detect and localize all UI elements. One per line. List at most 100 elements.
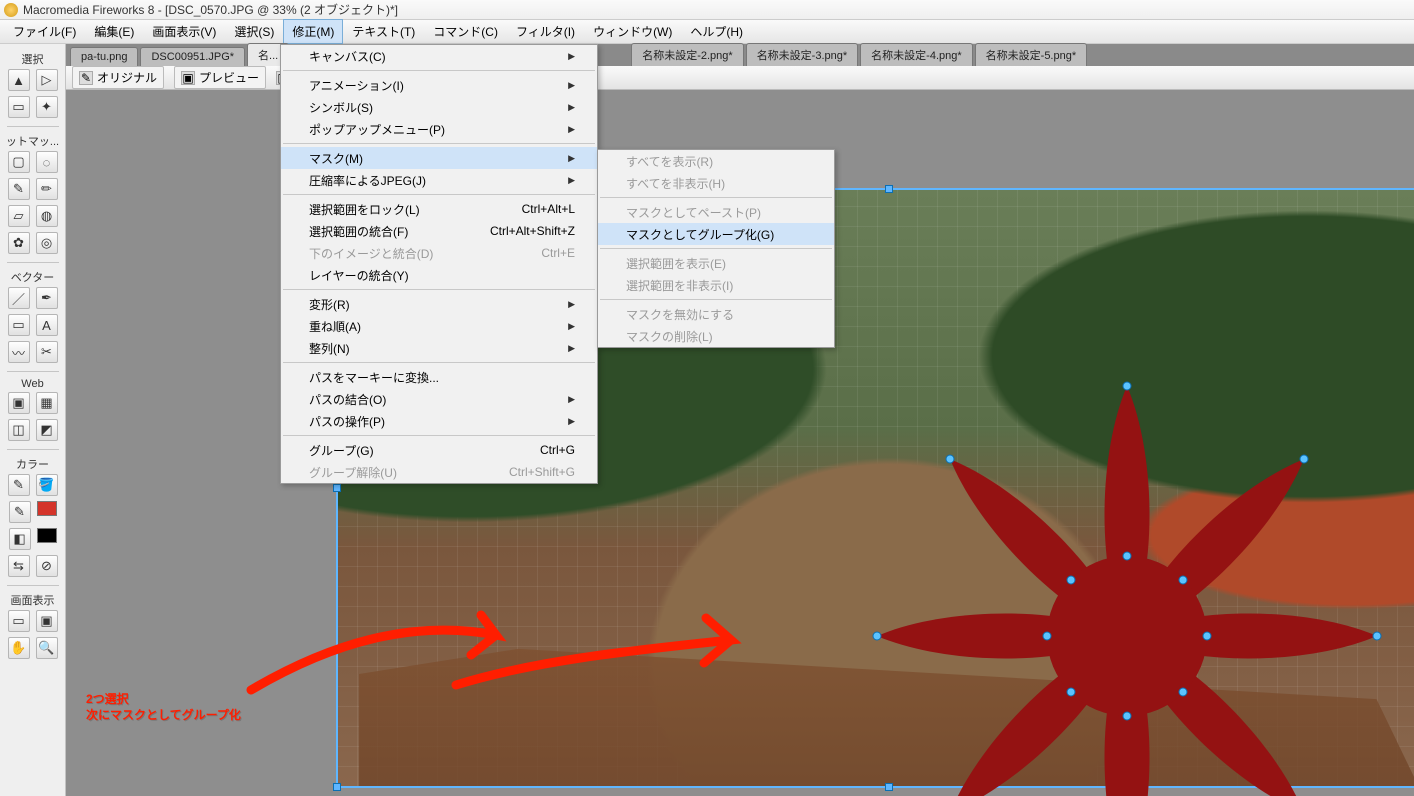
window-title: Macromedia Fireworks 8 - [DSC_0570.JPG @… (23, 1, 398, 18)
redeye-tool[interactable]: ◎ (36, 232, 58, 254)
line-tool[interactable]: ／ (8, 287, 30, 309)
hotspot-tool[interactable]: ▣ (8, 392, 30, 414)
no-color[interactable]: ⊘ (36, 555, 58, 577)
dropdown-item[interactable]: レイヤーの統合(Y) (281, 264, 597, 286)
crop-tool[interactable]: ▭ (8, 96, 30, 118)
marquee-tool[interactable]: ▢ (8, 151, 30, 173)
mask-submenu: すべてを表示(R)すべてを非表示(H) マスクとしてペースト(P)マスクとしてグル… (597, 149, 835, 348)
knife-tool[interactable]: ✂ (36, 341, 58, 363)
submenu-item: 選択範囲を表示(E) (598, 252, 834, 274)
modify-dropdown: キャンバス(C) アニメーション(I)シンボル(S)ポップアップメニュー(P) マス… (280, 44, 598, 484)
doc-tab[interactable]: 名称未設定-4.png* (860, 43, 972, 66)
view-options-row: ✎オリジナル ▣プレビュー ◫ (66, 66, 1414, 90)
blur-tool[interactable]: ◍ (36, 205, 58, 227)
dropdown-item[interactable]: グループ(G)Ctrl+G (281, 439, 597, 461)
eraser-tool[interactable]: ▱ (8, 205, 30, 227)
pencil-icon: ✎ (79, 71, 93, 85)
lasso-tool[interactable]: ◌ (36, 151, 58, 173)
dropdown-item[interactable]: マスク(M) (281, 147, 597, 169)
doc-tab[interactable]: 名称未設定-3.png* (746, 43, 858, 66)
original-view-button[interactable]: ✎オリジナル (72, 66, 164, 89)
menu-commands[interactable]: コマンド(C) (424, 19, 507, 44)
title-bar: Macromedia Fireworks 8 - [DSC_0570.JPG @… (0, 0, 1414, 20)
tool-panel: 選択 ▲▷ ▭✦ ットマッ... ▢◌ ✎✏ ▱◍ ✿◎ ベクター ／✒ ▭A … (0, 44, 66, 796)
dropdown-item: 下のイメージと統合(D)Ctrl+E (281, 242, 597, 264)
fill-color-swatch[interactable] (37, 501, 57, 516)
magic-wand-tool[interactable]: ✦ (36, 96, 58, 118)
dropdown-item[interactable]: キャンバス(C) (281, 45, 597, 67)
text-tool[interactable]: A (36, 314, 58, 336)
preview-view-button[interactable]: ▣プレビュー (174, 66, 266, 89)
menu-view[interactable]: 画面表示(V) (143, 19, 225, 44)
menu-file[interactable]: ファイル(F) (4, 19, 85, 44)
dropdown-item[interactable]: アニメーション(I) (281, 74, 597, 96)
doc-tab[interactable]: DSC00951.JPG* (140, 47, 245, 66)
doc-tab[interactable]: 名称未設定-2.png* (631, 43, 743, 66)
menu-help[interactable]: ヘルプ(H) (681, 19, 752, 44)
brush-tool[interactable]: ✎ (8, 178, 30, 200)
menu-edit[interactable]: 編集(E) (85, 19, 143, 44)
doc-tab[interactable]: pa-tu.png (70, 47, 138, 66)
menu-select[interactable]: 選択(S) (225, 19, 283, 44)
menu-modify[interactable]: 修正(M) (283, 19, 343, 44)
submenu-item: マスクとしてペースト(P) (598, 201, 834, 223)
hide-slice-tool[interactable]: ◫ (8, 419, 30, 441)
eyedropper-tool[interactable]: ✎ (9, 501, 31, 523)
dropdown-item[interactable]: パスの操作(P) (281, 410, 597, 432)
dropdown-item[interactable]: 選択範囲をロック(L)Ctrl+Alt+L (281, 198, 597, 220)
doc-tab[interactable]: 名称未設定-5.png* (975, 43, 1087, 66)
submenu-item: マスクを無効にする (598, 303, 834, 325)
dropdown-item[interactable]: 整列(N) (281, 337, 597, 359)
standard-screen[interactable]: ▭ (8, 610, 30, 632)
dropdown-item[interactable]: 選択範囲の統合(F)Ctrl+Alt+Shift+Z (281, 220, 597, 242)
selection-handle[interactable] (885, 185, 893, 193)
tool-sec-view: 画面表示 (11, 592, 55, 608)
submenu-item: すべてを表示(R) (598, 150, 834, 172)
app-logo-icon (4, 3, 18, 17)
rect-tool[interactable]: ▭ (8, 314, 30, 336)
dropdown-item[interactable]: ポップアップメニュー(P) (281, 118, 597, 140)
dropdown-item[interactable]: 変形(R) (281, 293, 597, 315)
document-tabs: pa-tu.png DSC00951.JPG* 名... 名称未設定-2.png… (66, 44, 1414, 66)
dropdown-item[interactable]: 重ね順(A) (281, 315, 597, 337)
pointer-tool[interactable]: ▲ (8, 69, 30, 91)
menu-text[interactable]: テキスト(T) (343, 19, 424, 44)
hand-tool[interactable]: ✋ (8, 637, 30, 659)
submenu-item: マスクの削除(L) (598, 325, 834, 347)
zoom-tool[interactable]: 🔍 (36, 637, 58, 659)
dropdown-item[interactable]: パスをマーキーに変換... (281, 366, 597, 388)
menu-bar: ファイル(F) 編集(E) 画面表示(V) 選択(S) 修正(M) テキスト(T… (0, 20, 1414, 44)
selection-handle[interactable] (333, 783, 341, 791)
full-screen[interactable]: ▣ (36, 610, 58, 632)
menu-filters[interactable]: フィルタ(I) (507, 19, 584, 44)
pen-tool[interactable]: ✒ (36, 287, 58, 309)
stroke-color[interactable]: ✎ (8, 474, 30, 496)
show-slice-tool[interactable]: ◩ (36, 419, 58, 441)
menu-window[interactable]: ウィンドウ(W) (584, 19, 681, 44)
tool-sec-vector: ベクター (11, 269, 55, 285)
tool-sec-web: Web (21, 378, 43, 390)
submenu-item: すべてを非表示(H) (598, 172, 834, 194)
dropdown-item[interactable]: 圧縮率によるJPEG(J) (281, 169, 597, 191)
stamp-tool[interactable]: ✿ (8, 232, 30, 254)
stroke-color-swatch[interactable] (37, 528, 57, 543)
default-colors[interactable]: ◧ (9, 528, 31, 550)
tool-sec-select: 選択 (22, 51, 44, 67)
image-icon: ▣ (181, 71, 195, 85)
freeform-tool[interactable]: 〰 (8, 341, 30, 363)
selection-handle[interactable] (333, 484, 341, 492)
swap-colors[interactable]: ⇆ (8, 555, 30, 577)
fill-bucket-tool[interactable]: 🪣 (36, 474, 58, 496)
dropdown-item[interactable]: パスの結合(O) (281, 388, 597, 410)
maple-leaf-shape[interactable] (867, 356, 1387, 796)
dropdown-item[interactable]: シンボル(S) (281, 96, 597, 118)
subselect-tool[interactable]: ▷ (36, 69, 58, 91)
submenu-item[interactable]: マスクとしてグループ化(G) (598, 223, 834, 245)
dropdown-item: グループ解除(U)Ctrl+Shift+G (281, 461, 597, 483)
tool-sec-color: カラー (16, 456, 49, 472)
annotation-text: 2つ選択 次にマスクとしてグループ化 (86, 692, 241, 723)
pencil-tool[interactable]: ✏ (36, 178, 58, 200)
slice-tool[interactable]: ▦ (36, 392, 58, 414)
submenu-item: 選択範囲を非表示(I) (598, 274, 834, 296)
tool-sec-bitmap: ットマッ... (6, 133, 59, 149)
